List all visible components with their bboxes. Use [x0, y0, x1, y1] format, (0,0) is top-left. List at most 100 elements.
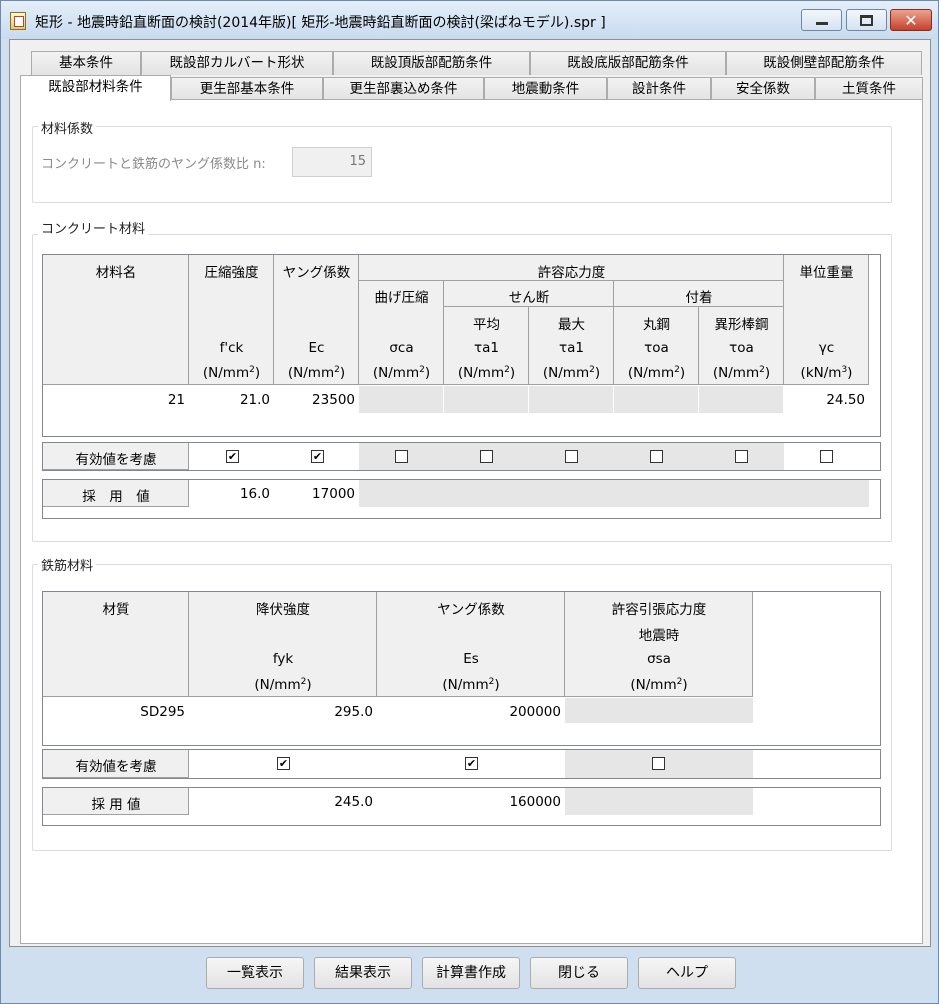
young-ratio-label: コンクリートと鉄筋のヤング係数比 n:: [41, 157, 266, 172]
rebar-adopt-es: 160000: [509, 794, 561, 810]
material-coef-label: 材料係数: [38, 118, 97, 137]
close-dialog-button[interactable]: 閉じる: [530, 957, 628, 989]
rebar-es-cell[interactable]: 200000: [377, 704, 561, 720]
concrete-name-cell[interactable]: 21: [43, 392, 185, 408]
sca-unit: (N/mm2): [372, 365, 431, 381]
gamma-consider-checkbox[interactable]: [820, 450, 833, 463]
check-icon: ✔: [312, 450, 323, 463]
ta1-avg-unit: (N/mm2): [457, 365, 516, 381]
sa-header-unit: (N/mm2): [630, 677, 688, 693]
material-name-header: 材料名: [95, 265, 137, 281]
concrete-group-label: コンクリート材料: [38, 218, 149, 237]
sca-consider-checkbox[interactable]: [395, 450, 408, 463]
toa-round-consider-checkbox[interactable]: [650, 450, 663, 463]
toa-deformed-consider-checkbox[interactable]: [735, 450, 748, 463]
cell-divider: [528, 386, 529, 413]
check-icon: ✔: [466, 757, 477, 770]
allowable-stress-header: 許容応力度: [537, 265, 606, 281]
minimize-icon: [815, 21, 828, 25]
rebar-grade-header: 材質: [102, 602, 130, 618]
create-report-button[interactable]: 計算書作成: [422, 957, 520, 989]
rebar-fyk-cell[interactable]: 295.0: [189, 704, 373, 720]
tab-side-wall-rebar[interactable]: 既設側壁部配筋条件: [726, 51, 922, 75]
main-window: 矩形 - 地震時鉛直断面の検討(2014年版)[ 矩形-地震時鉛直断面の検討(梁…: [0, 0, 939, 1004]
concrete-ec-consider-checkbox[interactable]: ✔: [311, 450, 324, 463]
gamma-symbol: γc: [818, 340, 835, 356]
tab-basic-conditions[interactable]: 基本条件: [31, 51, 141, 75]
window-title: 矩形 - 地震時鉛直断面の検討(2014年版)[ 矩形-地震時鉛直断面の検討(梁…: [35, 15, 606, 31]
concrete-fck-consider-checkbox[interactable]: ✔: [226, 450, 239, 463]
fyk-header-unit: (N/mm2): [254, 677, 312, 693]
tab-existing-material[interactable]: 既設部材料条件: [20, 75, 171, 101]
tab-renewal-backfill[interactable]: 更生部裏込め条件: [323, 77, 484, 101]
concrete-fck-cell[interactable]: 21.0: [189, 392, 270, 408]
fck-header-unit: (N/mm2): [202, 365, 261, 381]
rebar-consider-label: 有効値を考慮: [75, 759, 157, 775]
rebar-es-consider-checkbox[interactable]: ✔: [465, 757, 478, 770]
concrete-adopt-label: 採 用 値: [82, 489, 150, 505]
fck-header-symbol: f'ck: [219, 340, 244, 356]
tab-seismic-motion[interactable]: 地震動条件: [484, 77, 607, 101]
concrete-gamma-cell[interactable]: 24.50: [784, 392, 865, 408]
ta1-max-unit: (N/mm2): [542, 365, 601, 381]
es-header-unit: (N/mm2): [442, 677, 500, 693]
fyk-header-title: 降伏強度: [256, 602, 310, 618]
cell-divider: [698, 386, 699, 413]
concrete-stress-disabled-cells: [359, 386, 784, 413]
tab-renewal-basic[interactable]: 更生部基本条件: [171, 77, 323, 101]
concrete-adopt-fck: 16.0: [239, 486, 270, 502]
ec-header-symbol: Ec: [308, 340, 325, 356]
sca-symbol: σca: [389, 340, 414, 356]
concrete-adopt-ec: 17000: [312, 486, 355, 502]
ec-header-unit: (N/mm2): [287, 365, 346, 381]
unit-weight-header: 単位重量: [799, 265, 854, 281]
shear-header: せん断: [508, 290, 550, 306]
concrete-consider-label: 有効値を考慮: [75, 452, 157, 468]
title-bar[interactable]: 矩形 - 地震時鉛直断面の検討(2014年版)[ 矩形-地震時鉛直断面の検討(梁…: [1, 1, 938, 39]
maximize-button[interactable]: [846, 9, 887, 31]
tab-safety-factor[interactable]: 安全係数: [711, 77, 815, 101]
list-view-button[interactable]: 一覧表示: [206, 957, 304, 989]
sa-header-sub: 地震時: [638, 628, 680, 644]
ta1-avg-consider-checkbox[interactable]: [480, 450, 493, 463]
rebar-adopt-label: 採 用 値: [91, 797, 141, 813]
help-button[interactable]: ヘルプ: [638, 957, 736, 989]
fyk-header-symbol: fyk: [272, 651, 294, 667]
rebar-sa-consider-checkbox[interactable]: [652, 757, 665, 770]
ta1-max-symbol: τa1: [559, 340, 584, 356]
young-ratio-input[interactable]: 15: [292, 147, 372, 177]
shear-avg-header: 平均: [473, 317, 500, 333]
tab-culvert-shape[interactable]: 既設部カルバート形状: [141, 51, 333, 75]
concrete-ec-cell[interactable]: 23500: [274, 392, 355, 408]
bend-comp-header: 曲げ圧縮: [374, 290, 429, 306]
toa-deformed-symbol: τoa: [729, 340, 754, 356]
toa-round-unit: (N/mm2): [627, 365, 686, 381]
tab-design-conditions[interactable]: 設計条件: [607, 77, 711, 101]
es-header-symbol: Es: [463, 651, 479, 667]
app-icon: [10, 12, 26, 30]
toa-deformed-unit: (N/mm2): [712, 365, 771, 381]
close-icon: ✕: [904, 10, 918, 30]
cell-divider: [443, 386, 444, 413]
tab-soil-conditions[interactable]: 土質条件: [815, 77, 923, 101]
ta1-max-consider-checkbox[interactable]: [565, 450, 578, 463]
cell-divider: [613, 386, 614, 413]
tab-top-slab-rebar[interactable]: 既設頂版部配筋条件: [333, 51, 530, 75]
close-button[interactable]: ✕: [890, 9, 932, 31]
shear-max-header: 最大: [558, 317, 585, 333]
rebar-sa-disabled-cell: [565, 698, 753, 723]
rebar-group-label: 鉄筋材料: [38, 555, 97, 574]
adopt-disabled-area: [359, 480, 869, 507]
result-view-button[interactable]: 結果表示: [314, 957, 412, 989]
ec-header-title: ヤング係数: [282, 265, 351, 281]
rebar-adopt-disabled-cell: [565, 788, 753, 815]
check-icon: ✔: [227, 450, 238, 463]
check-icon: ✔: [278, 757, 289, 770]
sa-header-title: 許容引張応力度: [611, 602, 707, 618]
rebar-fyk-consider-checkbox[interactable]: ✔: [277, 757, 290, 770]
rebar-grade-cell[interactable]: SD295: [43, 704, 185, 720]
tab-bottom-slab-rebar[interactable]: 既設底版部配筋条件: [530, 51, 726, 75]
round-bar-header: 丸鋼: [643, 317, 670, 333]
minimize-button[interactable]: [801, 9, 842, 31]
deformed-bar-header: 異形棒鋼: [714, 317, 769, 333]
